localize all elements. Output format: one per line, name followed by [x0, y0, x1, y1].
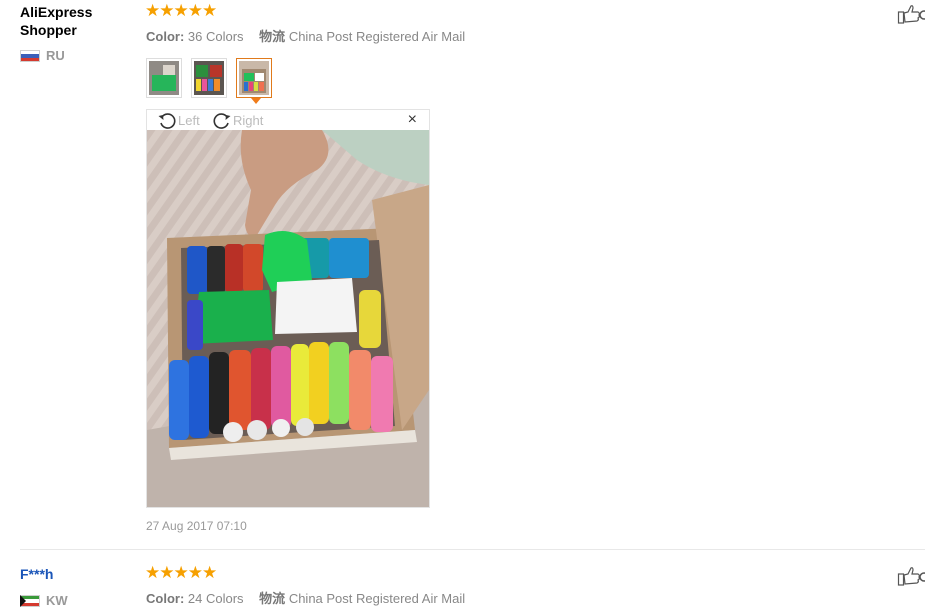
country-code: RU	[46, 48, 65, 63]
viewer-toolbar: Left Right ×	[147, 110, 429, 130]
reviewer-country: RU	[20, 48, 65, 63]
kuwait-flag-icon	[20, 594, 40, 607]
color-value: 36 Colors	[187, 29, 244, 44]
star-rating: ★★★★★	[145, 1, 217, 20]
photo-thumbnail[interactable]	[191, 58, 227, 98]
reviewer-name[interactable]: F***h	[20, 565, 53, 583]
review-photo-thumbnails	[146, 58, 272, 104]
selected-indicator	[251, 98, 261, 104]
review-attributes: Color: 36 Colors 物流 China Post Registere…	[146, 26, 465, 45]
russia-flag-icon	[20, 49, 40, 62]
rotate-right-icon	[213, 113, 231, 129]
reviewer-name: AliExpress Shopper	[20, 4, 93, 38]
rotate-right-button[interactable]: Right	[212, 111, 263, 129]
close-icon[interactable]: ×	[408, 111, 417, 129]
rotate-right-label: Right	[233, 112, 264, 128]
review-item: AliExpress Shopper RU ★★★★★ Color: 36 Co…	[0, 0, 925, 549]
shipping-label: 物流	[259, 29, 286, 44]
thumbs-up-icon	[897, 567, 925, 586]
color-label: Color:	[146, 591, 185, 606]
shipping-value: China Post Registered Air Mail	[288, 29, 466, 44]
color-value: 24 Colors	[187, 591, 244, 606]
review-date: 27 Aug 2017 07:10	[146, 519, 247, 533]
photo-thumbnail[interactable]	[146, 58, 182, 98]
color-label: Color:	[146, 29, 185, 44]
helpful-button[interactable]	[897, 3, 925, 25]
review-photo	[147, 130, 429, 507]
shipping-label: 物流	[259, 591, 286, 606]
thumbs-up-icon	[897, 5, 925, 24]
country-code: KW	[46, 593, 68, 608]
rotate-left-icon	[158, 113, 176, 129]
rotate-left-button[interactable]: Left	[157, 111, 200, 129]
helpful-button[interactable]	[897, 565, 925, 587]
review-item: F***h KW ★★★★★ Color: 24 Colors 物流 China…	[20, 549, 925, 616]
star-rating: ★★★★★	[145, 563, 217, 582]
review-attributes: Color: 24 Colors 物流 China Post Registere…	[146, 588, 465, 607]
photo-thumbnail-selected[interactable]	[236, 58, 272, 104]
shipping-value: China Post Registered Air Mail	[288, 591, 466, 606]
photo-viewer: Left Right ×	[146, 109, 430, 508]
rotate-left-label: Left	[178, 112, 200, 128]
reviewer-country: KW	[20, 593, 68, 608]
